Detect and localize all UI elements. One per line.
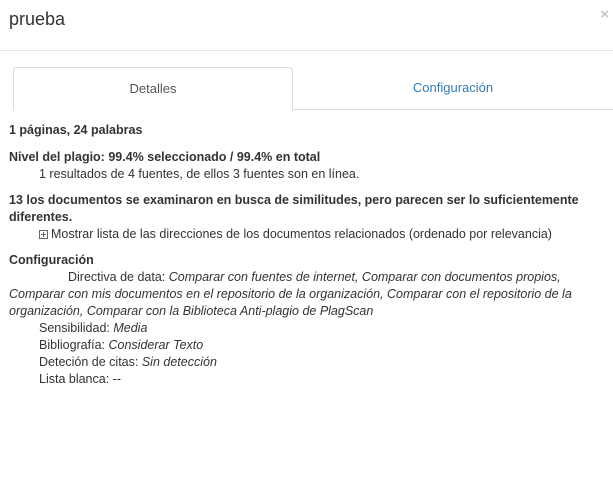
documents-heading: 13 los documentos se examinaron en busca… — [9, 193, 579, 224]
whitelist-label: Lista blanca: — [39, 372, 113, 386]
data-policy-label: Directiva de data: — [68, 270, 169, 284]
bibliography-line: Bibliografía: Considerar Texto — [9, 337, 611, 354]
close-icon[interactable]: × — [600, 7, 609, 22]
tab-bar: Detalles Configuración — [13, 67, 613, 111]
whitelist-value: -- — [112, 372, 121, 386]
data-policy-line: Directiva de data: Comparar con fuentes … — [9, 269, 611, 320]
show-related-documents-toggle[interactable]: Mostrar lista de las direcciones de los … — [9, 226, 611, 243]
sensitivity-line: Sensibilidad: Media — [9, 320, 611, 337]
whitelist-line: Lista blanca: -- — [9, 371, 611, 388]
citation-detection-label: Deteción de citas: — [39, 355, 142, 369]
sensitivity-label: Sensibilidad: — [39, 321, 114, 335]
modal-title: prueba — [9, 9, 66, 29]
modal-header: prueba × — [0, 0, 613, 51]
plagiarism-level-heading: Nivel del plagio: 99.4% seleccionado / 9… — [9, 150, 321, 164]
plagiarism-results-detail: 1 resultados de 4 fuentes, de ellos 3 fu… — [39, 167, 360, 181]
tab-detalles[interactable]: Detalles — [13, 67, 293, 111]
expand-plus-icon[interactable] — [39, 230, 48, 239]
bibliography-label: Bibliografía: — [39, 338, 109, 352]
tab-configuracion[interactable]: Configuración — [293, 67, 613, 110]
sensitivity-value: Media — [113, 321, 148, 335]
documents-section: 13 los documentos se examinaron en busca… — [9, 192, 611, 243]
configuration-heading: Configuración — [9, 253, 94, 267]
show-related-documents-label[interactable]: Mostrar lista de las direcciones de los … — [51, 227, 552, 241]
citation-detection-value: Sin detección — [141, 355, 217, 369]
configuration-section: Configuración Directiva de data: Compara… — [9, 252, 611, 388]
document-summary: 1 páginas, 24 palabras — [9, 123, 143, 137]
plagiarism-section: Nivel del plagio: 99.4% seleccionado / 9… — [9, 149, 611, 183]
bibliography-value: Considerar Texto — [108, 338, 204, 352]
citation-detection-line: Deteción de citas: Sin detección — [9, 354, 611, 371]
details-panel: 1 páginas, 24 palabras Nivel del plagio:… — [9, 122, 611, 397]
